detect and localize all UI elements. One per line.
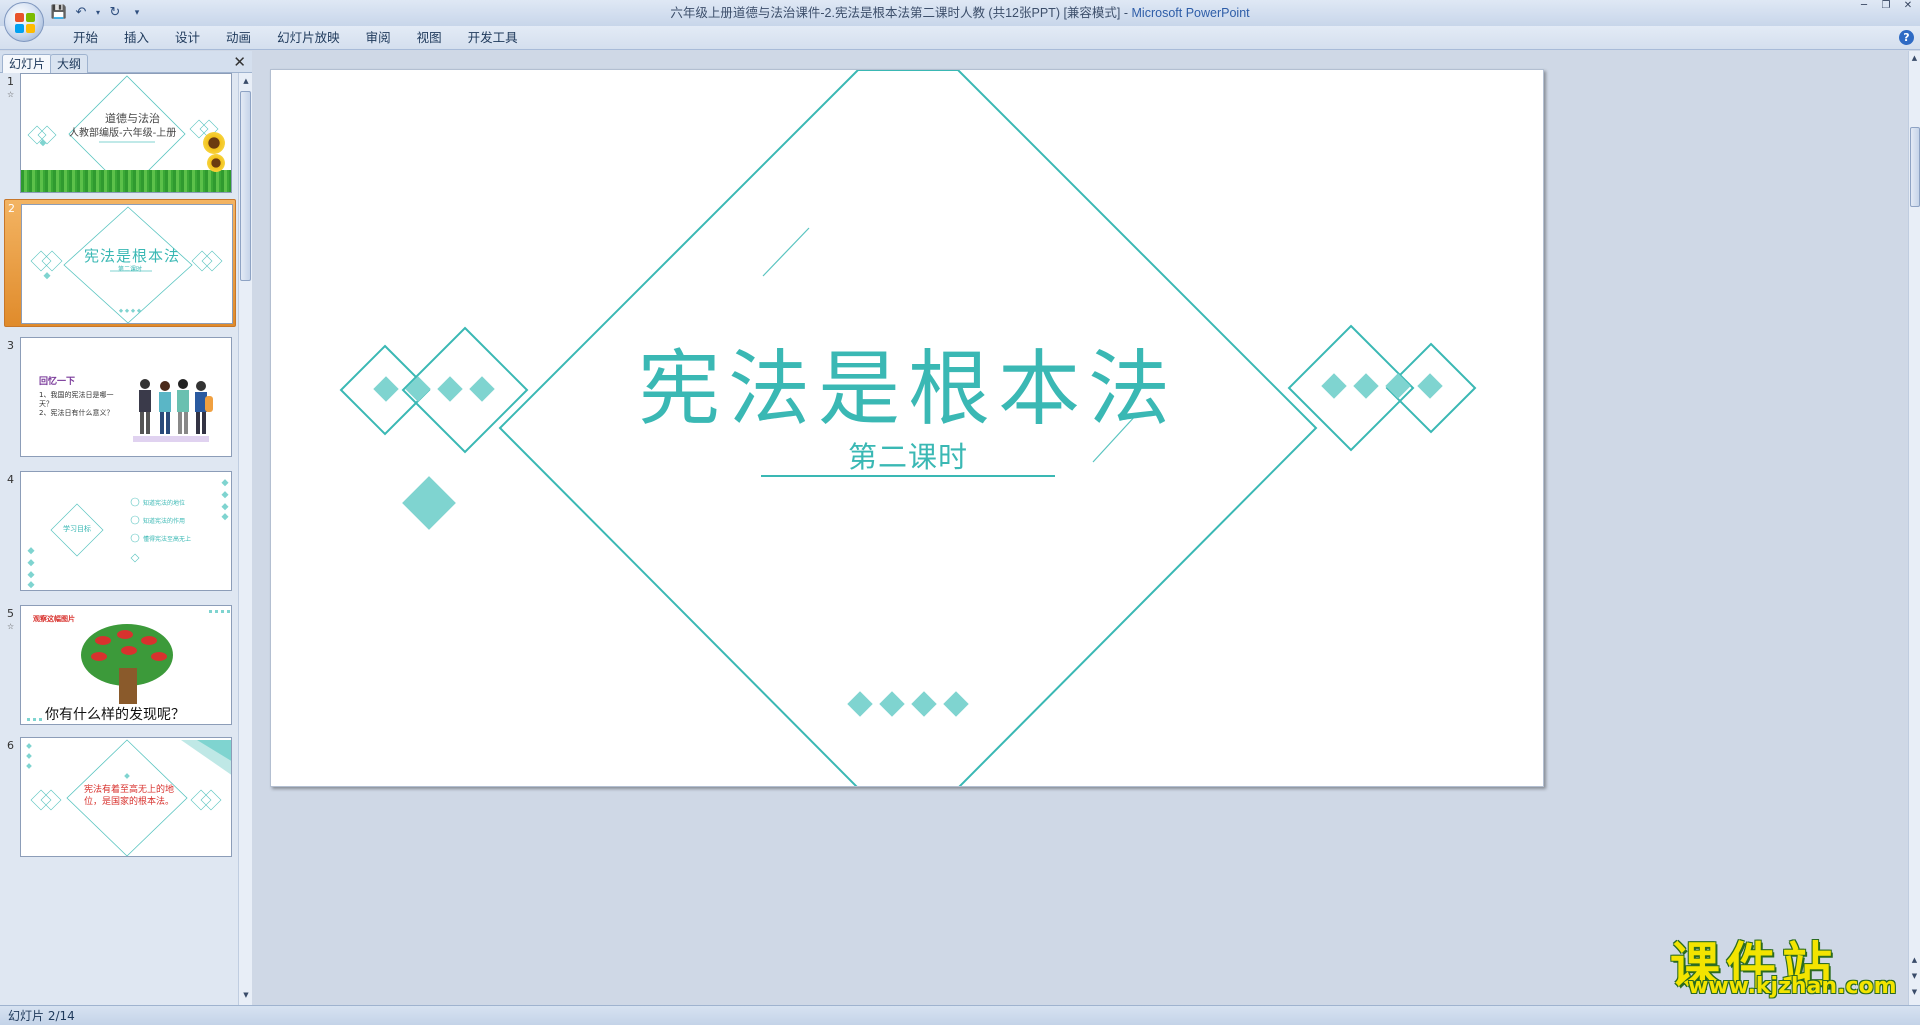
tab-home[interactable]: 开始 xyxy=(60,26,111,50)
animation-icon: ☆ xyxy=(7,622,15,631)
slide-title[interactable]: 宪法是根本法 xyxy=(271,322,1543,441)
slide-number: 6 xyxy=(7,739,14,752)
scroll-down-icon[interactable]: ▼ xyxy=(1909,987,1920,998)
sunflower-image xyxy=(203,132,225,154)
thumbnail-canvas: 宪法有着至高无上的地位，是国家的根本法。 xyxy=(20,737,232,857)
slide-thumbnail-6[interactable]: 6 宪法有着至高无上的地位，是国家的根本法。 xyxy=(4,737,236,861)
thumb-title-line2: 人教部编版-六年级-上册 xyxy=(69,128,177,139)
slide-thumbnail-3[interactable]: 3 回忆一下 1、我国的宪法日是哪一 天？ 2、宪法日有什么意义？ xyxy=(4,337,236,461)
scroll-thumb[interactable] xyxy=(1910,127,1920,207)
slide-thumbnail-2[interactable]: 2 宪法是根本法 第二课时 xyxy=(4,199,236,327)
grass-image xyxy=(21,170,231,192)
tab-animations[interactable]: 动画 xyxy=(213,26,264,50)
thumbnail-canvas: 道德与法治 人教部编版-六年级-上册 xyxy=(20,73,232,193)
document-title: 六年级上册道德与法治课件-2.宪法是根本法第二课时人教 (共12张PPT) [兼… xyxy=(670,6,1121,20)
slide-number: 2 xyxy=(8,202,15,215)
animation-icon: ☆ xyxy=(7,90,15,99)
slide-number: 5 xyxy=(7,607,14,620)
thumbnail-canvas: 回忆一下 1、我国的宪法日是哪一 天？ 2、宪法日有什么意义？ xyxy=(20,337,232,457)
slide-number: 4 xyxy=(7,473,14,486)
tab-view[interactable]: 视图 xyxy=(404,26,455,50)
slide-thumbnail-4[interactable]: 4 学习目标 知道宪法的地位 知道宪法的作用 懂得宪法至高无上 xyxy=(4,471,236,595)
status-bar: 幻灯片 2/14 xyxy=(0,1005,1920,1025)
current-slide[interactable]: 宪法是根本法 第二课时 xyxy=(270,69,1544,787)
slide-scrollbar[interactable]: ▲ ▲ ▼ ▼ xyxy=(1908,51,1920,1005)
window-controls: ─ ❐ ✕ xyxy=(1856,0,1916,14)
tab-slide-show[interactable]: 幻灯片放映 xyxy=(264,26,353,50)
scroll-thumb[interactable] xyxy=(240,91,251,281)
slide-editing-area: 宪法是根本法 第二课时 xyxy=(253,51,1908,1005)
slides-pane: 幻灯片 大纲 ✕ 1 ☆ 道德与法治 人教部编版-六年级-上册 2 宪法是根本法… xyxy=(0,51,252,1005)
title-separator: - xyxy=(1120,6,1132,20)
office-button[interactable] xyxy=(4,2,44,42)
thumb-objective: 知道宪法的作用 xyxy=(143,518,186,525)
slide-subtitle[interactable]: 第二课时 xyxy=(271,434,1543,476)
tab-developer[interactable]: 开发工具 xyxy=(455,26,531,50)
thumbnail-scrollbar[interactable]: ▲ ▼ xyxy=(238,73,252,1005)
close-icon[interactable]: ✕ xyxy=(1900,0,1916,12)
title-bar: 💾 ↶ ▾ ↻ ▾ 六年级上册道德与法治课件-2.宪法是根本法第二课时人教 (共… xyxy=(0,0,1920,26)
slide-number: 1 xyxy=(7,75,14,88)
ribbon: 开始 插入 设计 动画 幻灯片放映 审阅 视图 开发工具 ? xyxy=(0,26,1920,50)
thumb-decoration xyxy=(27,610,230,721)
slide-counter: 幻灯片 2/14 xyxy=(8,1009,75,1023)
app-name: Microsoft PowerPoint xyxy=(1131,6,1250,20)
slide-thumbnail-1[interactable]: 1 ☆ 道德与法治 人教部编版-六年级-上册 xyxy=(4,73,236,197)
help-icon[interactable]: ? xyxy=(1899,30,1914,45)
scroll-down-icon[interactable]: ▼ xyxy=(240,989,252,1001)
tab-review[interactable]: 审阅 xyxy=(353,26,404,50)
next-slide-icon[interactable]: ▼ xyxy=(1909,971,1920,982)
close-pane-icon[interactable]: ✕ xyxy=(233,53,246,71)
watermark-logo: 课件站 www.kjzhan.com xyxy=(1670,926,1906,1002)
tab-outline[interactable]: 大纲 xyxy=(50,54,89,73)
thumb-objective: 懂得宪法至高无上 xyxy=(143,536,192,543)
sunflower-image xyxy=(207,154,225,172)
restore-icon[interactable]: ❐ xyxy=(1878,0,1894,12)
pane-tabs: 幻灯片 大纲 ✕ xyxy=(0,51,252,73)
window-title: 六年级上册道德与法治课件-2.宪法是根本法第二课时人教 (共12张PPT) [兼… xyxy=(0,0,1920,26)
thumb-text: 宪法有着至高无上的地位，是国家的根本法。 xyxy=(83,785,174,807)
tab-insert[interactable]: 插入 xyxy=(111,26,162,50)
office-logo-icon xyxy=(15,13,35,33)
scroll-up-icon[interactable]: ▲ xyxy=(240,75,252,87)
thumb-decoration xyxy=(27,479,229,589)
thumbnail-canvas: 宪法是根本法 第二课时 xyxy=(21,204,233,324)
thumb-title: 宪法是根本法 xyxy=(84,247,181,265)
slide-thumbnail-5[interactable]: 5 ☆ 观察这幅图片 你有什么样的发现呢？ xyxy=(4,605,236,729)
thumb-heading: 回忆一下 xyxy=(39,377,76,387)
thumb-center-label: 学习目标 xyxy=(63,525,91,533)
minimize-icon[interactable]: ─ xyxy=(1856,0,1872,12)
thumb-line: 2、宪法日有什么意义？ xyxy=(39,409,114,417)
thumb-subtitle: 第二课时 xyxy=(118,266,143,273)
slide-number: 3 xyxy=(7,339,14,352)
tab-slides[interactable]: 幻灯片 xyxy=(2,54,53,73)
previous-slide-icon[interactable]: ▲ xyxy=(1909,955,1920,966)
ribbon-tabs: 开始 插入 设计 动画 幻灯片放映 审阅 视图 开发工具 xyxy=(60,26,531,50)
students-illustration xyxy=(133,379,213,442)
scroll-up-icon[interactable]: ▲ xyxy=(1909,53,1920,64)
thumbnail-canvas: 观察这幅图片 你有什么样的发现呢？ xyxy=(20,605,232,725)
thumb-objective: 知道宪法的地位 xyxy=(143,500,186,507)
tab-design[interactable]: 设计 xyxy=(162,26,213,50)
thumbnail-canvas: 学习目标 知道宪法的地位 知道宪法的作用 懂得宪法至高无上 xyxy=(20,471,232,591)
watermark-url: www.kjzhan.com xyxy=(1688,974,1897,999)
thumbnail-list: 1 ☆ 道德与法治 人教部编版-六年级-上册 2 宪法是根本法 第二课时 3 回… xyxy=(0,73,238,1005)
